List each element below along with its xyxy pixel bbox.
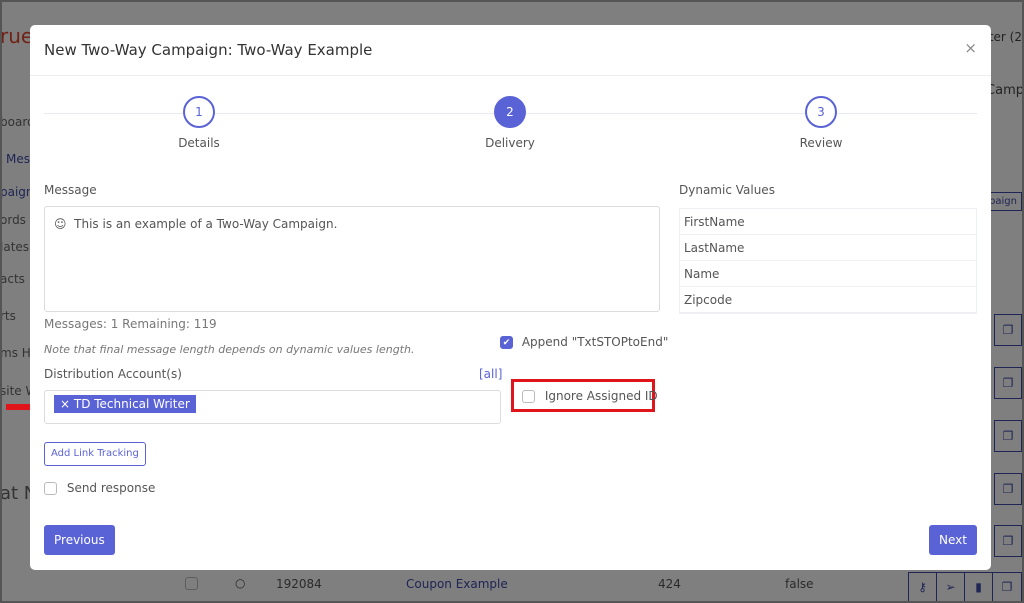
append-stop-checkbox[interactable]: ✔ Append "TxtSTOPtoEnd": [500, 335, 668, 349]
ignore-assigned-id-checkbox[interactable]: Ignore Assigned ID: [522, 389, 658, 403]
step-number: 2: [494, 96, 526, 128]
message-counts: Messages: 1 Remaining: 119: [44, 317, 217, 331]
step-delivery[interactable]: 2 Delivery: [450, 96, 570, 150]
new-campaign-modal: New Two-Way Campaign: Two-Way Example × …: [30, 25, 991, 570]
checkbox[interactable]: [44, 482, 57, 495]
select-all-link[interactable]: [all]: [479, 367, 502, 381]
dynamic-values-list[interactable]: FirstName LastName Name Zipcode: [679, 208, 977, 314]
message-text: This is an example of a Two-Way Campaign…: [74, 217, 338, 231]
checkbox-checked-icon[interactable]: ✔: [500, 336, 513, 349]
dynamic-values-label: Dynamic Values: [679, 183, 775, 197]
selected-account-tag[interactable]: × TD Technical Writer: [54, 395, 196, 413]
step-details[interactable]: 1 Details: [139, 96, 259, 150]
send-response-checkbox[interactable]: Send response: [44, 481, 155, 495]
list-item[interactable]: Zipcode: [680, 287, 976, 313]
message-label: Message: [44, 183, 97, 197]
list-item[interactable]: LastName: [680, 235, 976, 261]
list-item[interactable]: FirstName: [680, 209, 976, 235]
step-number: 1: [183, 96, 215, 128]
checkbox[interactable]: [522, 390, 535, 403]
modal-title: New Two-Way Campaign: Two-Way Example: [30, 25, 991, 76]
step-label: Delivery: [485, 136, 535, 150]
emoji-icon[interactable]: ☺: [54, 217, 67, 231]
step-review[interactable]: 3 Review: [761, 96, 881, 150]
append-label: Append "TxtSTOPtoEnd": [521, 335, 669, 349]
add-link-tracking-button[interactable]: Add Link Tracking: [44, 442, 146, 466]
step-number: 3: [805, 96, 837, 128]
list-item[interactable]: Name: [680, 261, 976, 287]
length-note: Note that final message length depends o…: [44, 343, 415, 356]
close-icon[interactable]: ×: [964, 39, 977, 57]
ignore-label: Ignore Assigned ID: [544, 389, 658, 403]
step-label: Details: [178, 136, 220, 150]
send-response-label: Send response: [66, 481, 156, 495]
step-label: Review: [799, 136, 843, 150]
previous-button[interactable]: Previous: [44, 525, 115, 555]
distribution-account-select[interactable]: × TD Technical Writer: [44, 390, 501, 424]
next-button[interactable]: Next: [929, 525, 977, 555]
distribution-label: Distribution Account(s): [44, 367, 182, 381]
message-input[interactable]: ☺ This is an example of a Two-Way Campai…: [44, 206, 660, 312]
